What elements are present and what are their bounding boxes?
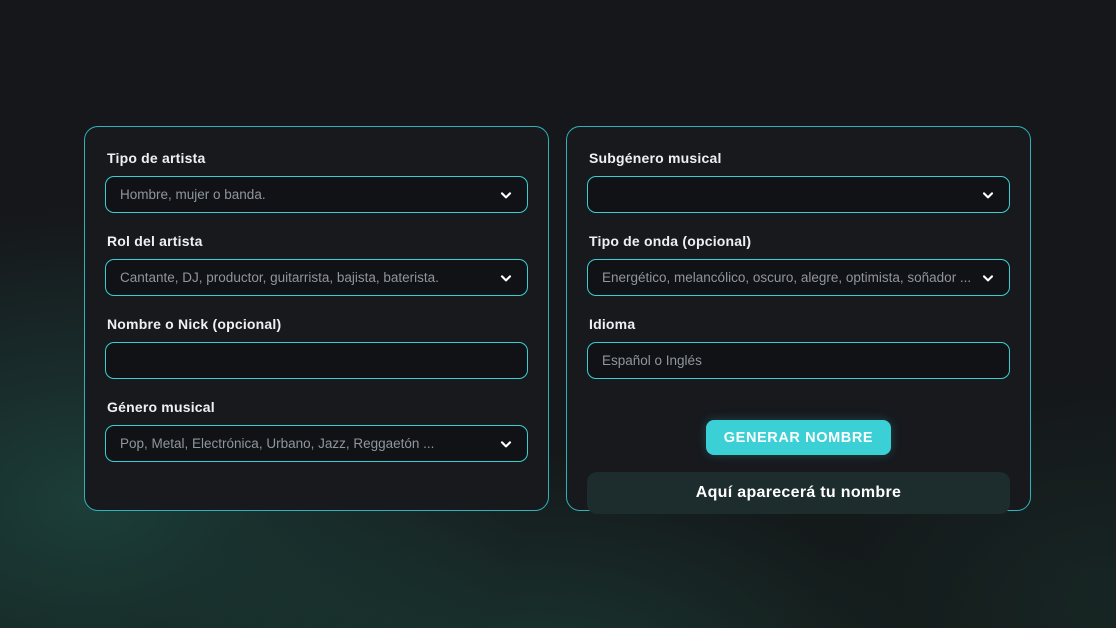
chevron-down-icon <box>497 186 515 204</box>
chevron-down-icon <box>979 269 997 287</box>
tipo-de-onda-label: Tipo de onda (opcional) <box>589 234 1008 249</box>
rol-del-artista-label: Rol del artista <box>107 234 526 249</box>
idioma-label: Idioma <box>589 317 1008 332</box>
field-idioma: Idioma <box>587 317 1010 400</box>
tipo-de-onda-select-value: Energético, melancólico, oscuro, alegre,… <box>602 270 971 285</box>
tipo-de-artista-label: Tipo de artista <box>107 151 526 166</box>
chevron-down-icon <box>497 435 515 453</box>
field-tipo-de-onda: Tipo de onda (opcional) Energético, mela… <box>587 234 1010 296</box>
rol-del-artista-select[interactable]: Cantante, DJ, productor, guitarrista, ba… <box>105 259 528 296</box>
rol-del-artista-select-value: Cantante, DJ, productor, guitarrista, ba… <box>120 270 439 285</box>
field-rol-del-artista: Rol del artista Cantante, DJ, productor,… <box>105 234 528 296</box>
tipo-de-artista-select[interactable]: Hombre, mujer o banda. <box>105 176 528 213</box>
genero-musical-label: Género musical <box>107 400 526 415</box>
subgenero-musical-select[interactable] <box>587 176 1010 213</box>
chevron-down-icon <box>979 186 997 204</box>
tipo-de-onda-select[interactable]: Energético, melancólico, oscuro, alegre,… <box>587 259 1010 296</box>
idioma-input[interactable] <box>587 342 1010 379</box>
nombre-nick-input[interactable] <box>105 342 528 379</box>
field-genero-musical: Género musical Pop, Metal, Electrónica, … <box>105 400 528 462</box>
genero-musical-select-value: Pop, Metal, Electrónica, Urbano, Jazz, R… <box>120 436 434 451</box>
nombre-nick-label: Nombre o Nick (opcional) <box>107 317 526 332</box>
field-subgenero-musical: Subgénero musical <box>587 151 1010 213</box>
field-tipo-de-artista: Tipo de artista Hombre, mujer o banda. <box>105 151 528 213</box>
artist-form-card: Tipo de artista Hombre, mujer o banda. R… <box>84 126 549 511</box>
tipo-de-artista-select-value: Hombre, mujer o banda. <box>120 187 266 202</box>
subgenero-musical-label: Subgénero musical <box>589 151 1008 166</box>
result-box: Aquí aparecerá tu nombre <box>587 472 1010 514</box>
generar-nombre-button[interactable]: GENERAR NOMBRE <box>706 420 891 455</box>
generator-card: Subgénero musical Tipo de onda (opcional… <box>566 126 1031 511</box>
field-nombre-nick: Nombre o Nick (opcional) <box>105 317 528 400</box>
chevron-down-icon <box>497 269 515 287</box>
genero-musical-select[interactable]: Pop, Metal, Electrónica, Urbano, Jazz, R… <box>105 425 528 462</box>
